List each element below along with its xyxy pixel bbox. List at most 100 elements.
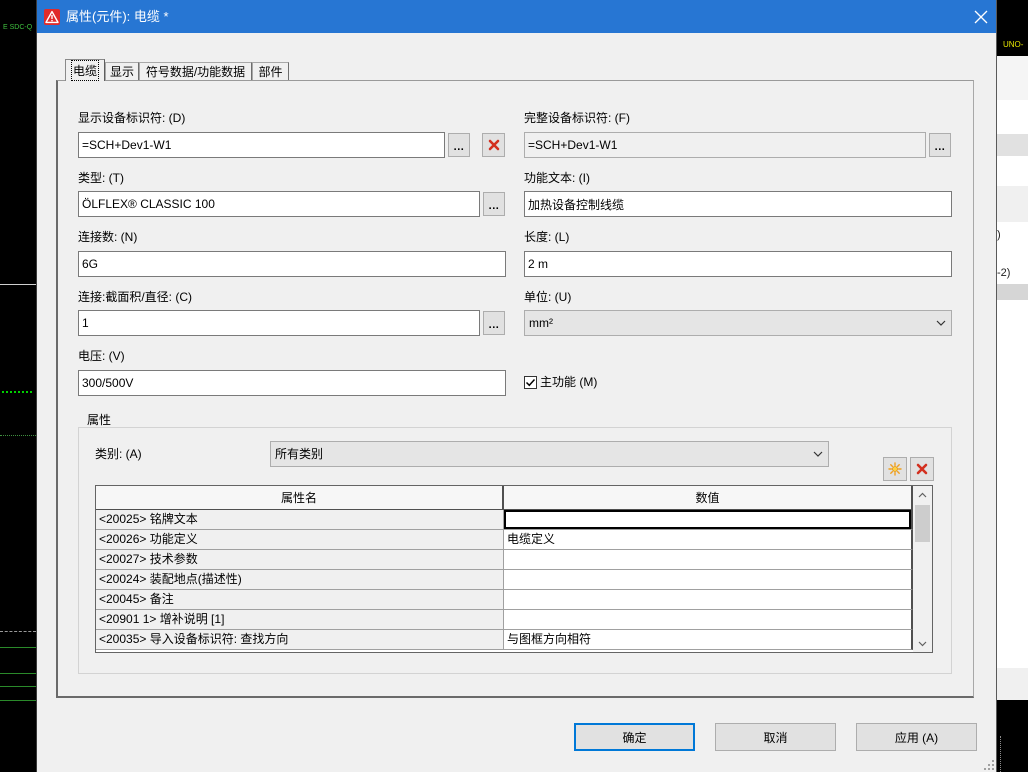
property-value-cell[interactable]: [504, 590, 913, 610]
full-dt-browse-button[interactable]: ...: [929, 133, 951, 157]
function-text-input[interactable]: [524, 191, 952, 217]
schematic-label: E SDC-Q: [3, 24, 33, 31]
new-sun-icon: [888, 462, 902, 476]
display-dt-delete-button[interactable]: [482, 133, 505, 157]
tab-label: 显示: [109, 65, 134, 79]
full-dt-label: 完整设备标识符: (F): [524, 111, 630, 125]
chevron-down-icon: [936, 320, 946, 326]
background-panel-band: [997, 300, 1028, 668]
background-panel-band: [997, 668, 1028, 700]
property-name-cell: <20024> 装配地点(描述性): [96, 570, 504, 590]
chevron-down-icon: [918, 641, 927, 647]
property-value-cell[interactable]: [504, 570, 913, 590]
schematic-line: [1000, 736, 1001, 772]
display-dt-input[interactable]: [78, 132, 445, 158]
cancel-button[interactable]: 取消: [715, 723, 836, 751]
table-row[interactable]: <20024> 装配地点(描述性): [96, 570, 913, 590]
category-select-value: 所有类别: [275, 447, 324, 461]
chevron-down-icon: [813, 451, 823, 457]
tab-display[interactable]: 显示: [105, 62, 139, 80]
property-value-cell[interactable]: [504, 550, 913, 570]
ok-button[interactable]: 确定: [574, 723, 695, 751]
title-bar[interactable]: 属性(元件): 电缆 *: [37, 0, 996, 33]
schematic-background-left: E SDC-Q: [0, 0, 36, 772]
background-text: -2): [997, 267, 1011, 279]
schematic-line: [0, 647, 36, 648]
length-label: 长度: (L): [524, 230, 570, 244]
table-row[interactable]: <20045> 备注: [96, 590, 913, 610]
background-panel-band: [997, 186, 1028, 222]
background-window-right: UNO- ) -2): [997, 0, 1028, 772]
scroll-down-button[interactable]: [913, 635, 932, 652]
background-panel-band: [997, 284, 1028, 300]
schematic-line: [2, 391, 32, 393]
property-value-cell[interactable]: 电缆定义: [504, 530, 913, 550]
table-row[interactable]: <20035> 导入设备标识符: 查找方向 与图框方向相符: [96, 630, 913, 650]
checkmark-icon: [525, 378, 536, 387]
cross-section-label: 连接:截面积/直径: (C): [78, 290, 192, 304]
table-row[interactable]: <20027> 技术参数: [96, 550, 913, 570]
schematic-line: [0, 435, 36, 436]
table-row[interactable]: <20025> 铭牌文本: [96, 510, 913, 530]
properties-table: 属性名 数值 <20025> 铭牌文本 <20026> 功能定义 电缆定义 <2…: [95, 485, 933, 653]
tab-label: 部件: [258, 65, 283, 79]
schematic-line: [0, 686, 36, 687]
display-dt-browse-button[interactable]: ...: [448, 133, 470, 157]
main-function-checkbox[interactable]: [524, 376, 537, 389]
window-title: 属性(元件): 电缆 *: [66, 9, 169, 24]
voltage-input[interactable]: [78, 370, 506, 396]
type-label: 类型: (T): [78, 171, 124, 185]
unit-label: 单位: (U): [524, 290, 572, 304]
background-panel-band: [997, 56, 1028, 100]
schematic-label: UNO-: [1003, 40, 1024, 49]
full-dt-input[interactable]: [524, 132, 926, 158]
properties-group-label: 属性: [84, 413, 115, 427]
type-browse-button[interactable]: ...: [483, 192, 505, 216]
unit-select[interactable]: mm²: [524, 310, 952, 336]
table-scrollbar[interactable]: [913, 486, 932, 652]
apply-button[interactable]: 应用 (A): [856, 723, 977, 751]
delete-x-icon: [916, 463, 928, 475]
background-panel-band: [997, 156, 1028, 186]
category-label: 类别: (A): [95, 447, 142, 461]
property-value-cell[interactable]: [504, 510, 913, 530]
cross-section-browse-button[interactable]: ...: [483, 311, 505, 335]
cross-section-input[interactable]: [78, 310, 480, 336]
table-row[interactable]: <20901 1> 增补说明 [1]: [96, 610, 913, 630]
property-value-cell[interactable]: [504, 610, 913, 630]
property-name-cell: <20027> 技术参数: [96, 550, 504, 570]
tab-cable[interactable]: 电缆: [65, 59, 105, 81]
resize-grip-icon[interactable]: [984, 760, 995, 771]
chevron-up-icon: [918, 492, 927, 498]
schematic-line: [0, 700, 36, 701]
voltage-label: 电压: (V): [78, 349, 125, 363]
close-icon: [974, 10, 988, 24]
table-row[interactable]: <20026> 功能定义 电缆定义: [96, 530, 913, 550]
background-panel-band: ) -2): [997, 222, 1028, 284]
schematic-line: [0, 673, 36, 674]
close-button[interactable]: [960, 0, 996, 33]
main-function-label[interactable]: 主功能 (M): [540, 375, 597, 389]
type-input[interactable]: [78, 191, 480, 217]
scroll-thumb[interactable]: [915, 505, 930, 542]
column-header-value[interactable]: 数值: [504, 486, 913, 510]
length-input[interactable]: [524, 251, 952, 277]
tab-symbol-function-data[interactable]: 符号数据/功能数据: [139, 62, 252, 80]
property-name-cell: <20035> 导入设备标识符: 查找方向: [96, 630, 504, 650]
display-dt-label: 显示设备标识符: (D): [78, 111, 186, 125]
property-value-cell[interactable]: 与图框方向相符: [504, 630, 913, 650]
connections-input[interactable]: [78, 251, 506, 277]
delete-property-button[interactable]: [910, 457, 934, 481]
property-name-cell: <20901 1> 增补说明 [1]: [96, 610, 504, 630]
scroll-up-button[interactable]: [913, 486, 932, 503]
delete-x-icon: [488, 139, 499, 151]
property-name-cell: <20045> 备注: [96, 590, 504, 610]
category-select[interactable]: 所有类别: [270, 441, 829, 467]
schematic-line: [0, 284, 36, 285]
warning-icon: [44, 9, 60, 25]
function-text-label: 功能文本: (I): [524, 171, 590, 185]
column-header-name[interactable]: 属性名: [96, 486, 504, 510]
new-property-button[interactable]: [883, 457, 907, 481]
tab-parts[interactable]: 部件: [252, 62, 289, 80]
property-name-cell: <20025> 铭牌文本: [96, 510, 504, 530]
